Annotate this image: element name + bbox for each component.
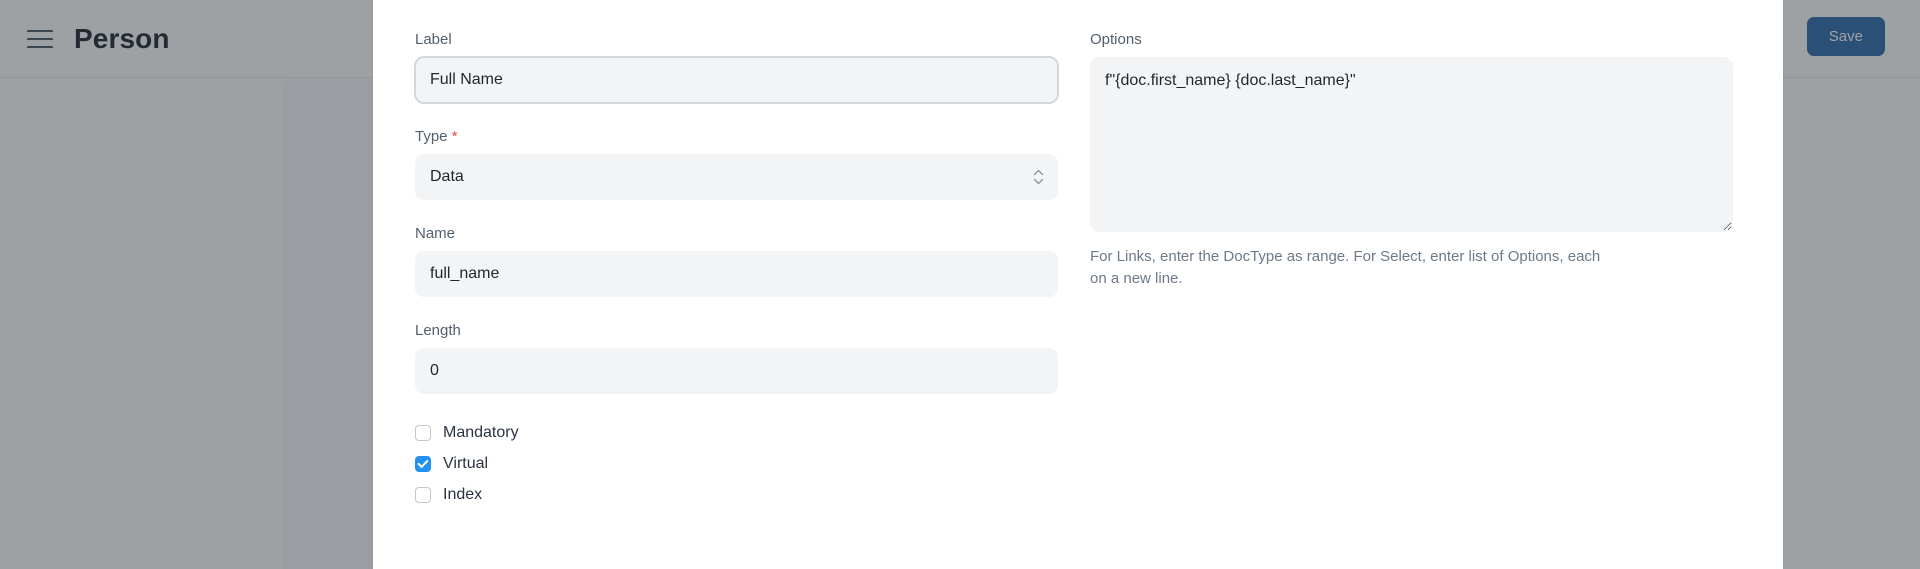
type-select-wrapper (415, 154, 1058, 200)
field-group-length: Length (415, 321, 1058, 394)
name-input[interactable] (415, 251, 1058, 297)
checkbox-label-virtual: Virtual (443, 455, 489, 472)
modal-body: Label Type * Name (373, 0, 1783, 569)
checkbox-mandatory[interactable] (415, 425, 431, 441)
length-input[interactable] (415, 348, 1058, 394)
field-group-options: Options For Links, enter the DocType as … (1090, 30, 1733, 290)
field-group-type: Type * (415, 127, 1058, 200)
checkbox-index[interactable] (415, 487, 431, 503)
length-field-label: Length (415, 322, 461, 339)
checkbox-label-index: Index (443, 486, 483, 503)
form-column-left: Label Type * Name (415, 30, 1058, 569)
checkbox-row-mandatory[interactable]: Mandatory (415, 418, 1058, 448)
checkbox-list: Mandatory Virtual Index (415, 418, 1058, 510)
label-input[interactable] (415, 57, 1058, 103)
field-editor-modal: Label Type * Name (373, 0, 1783, 569)
form-column-right: Options For Links, enter the DocType as … (1090, 30, 1733, 569)
checkbox-virtual[interactable] (415, 456, 431, 472)
type-label-text: Type (415, 128, 448, 145)
options-textarea[interactable] (1090, 57, 1733, 232)
field-group-label: Label (415, 30, 1058, 103)
options-field-label: Options (1090, 31, 1142, 48)
field-group-name: Name (415, 224, 1058, 297)
checkbox-label-mandatory: Mandatory (443, 424, 519, 441)
required-asterisk: * (451, 128, 458, 145)
type-select[interactable] (415, 154, 1058, 200)
checkbox-row-virtual[interactable]: Virtual (415, 449, 1058, 479)
label-field-label: Label (415, 31, 452, 48)
type-field-label: Type * (415, 127, 1058, 147)
options-help-text: For Links, enter the DocType as range. F… (1090, 248, 1601, 287)
name-field-label: Name (415, 225, 456, 242)
checkbox-row-index[interactable]: Index (415, 480, 1058, 510)
